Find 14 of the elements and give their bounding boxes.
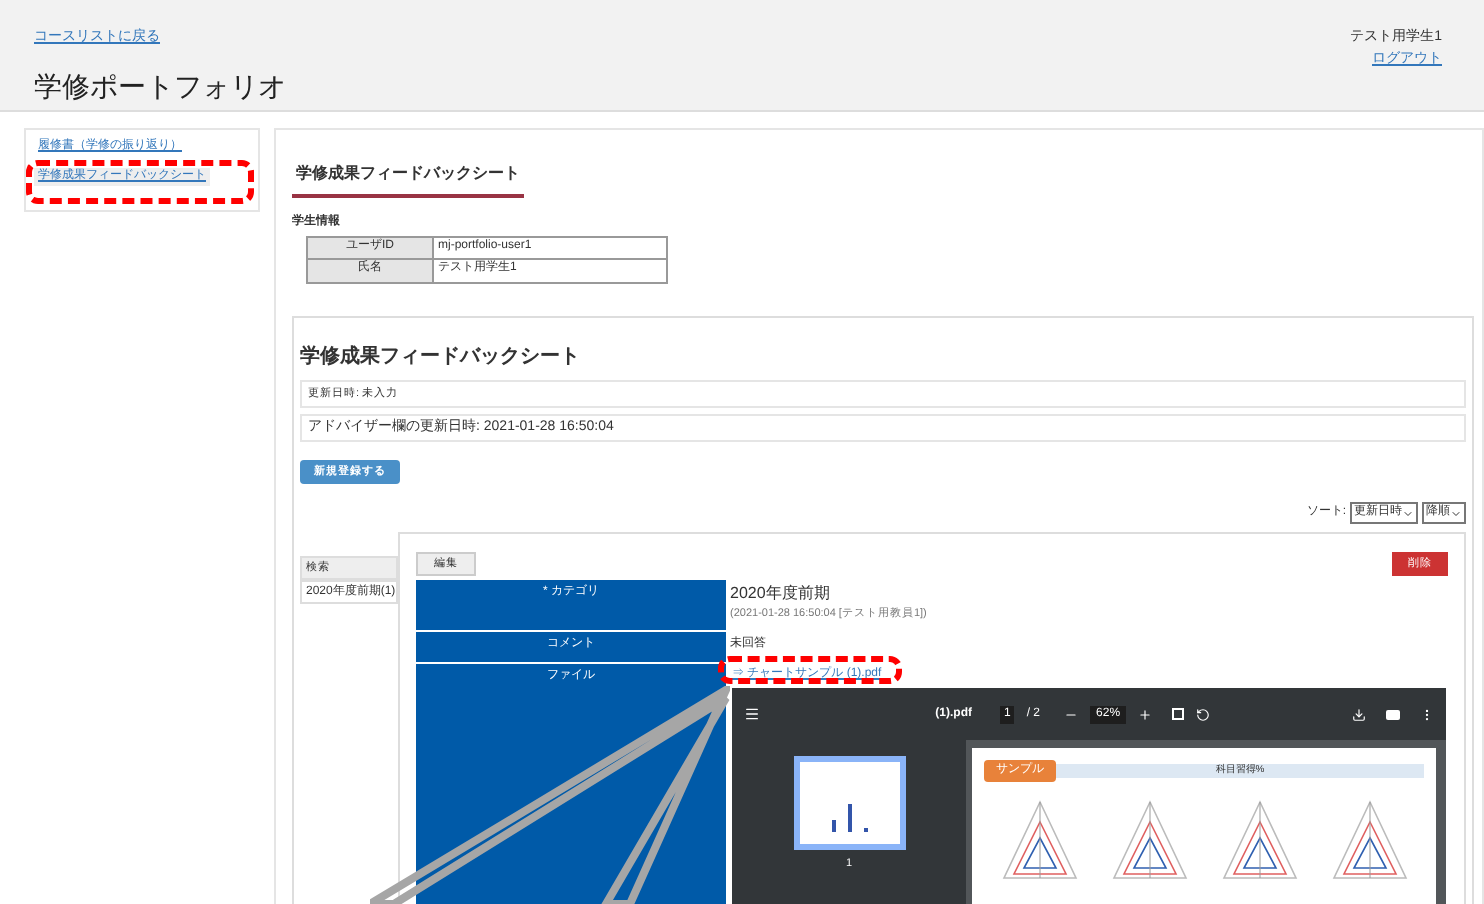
page-thumbnail[interactable] — [793, 756, 905, 850]
print-icon[interactable] — [1386, 709, 1400, 719]
download-icon[interactable] — [1352, 707, 1366, 721]
category-value: 2020年度前期 — [730, 582, 832, 606]
menu-icon[interactable] — [744, 706, 760, 722]
chevron-down-icon — [1402, 507, 1414, 519]
page-tab[interactable]: 学修成果フィードバックシート — [292, 162, 524, 198]
rotate-icon[interactable] — [1196, 707, 1211, 721]
zoom-in-icon[interactable] — [1138, 707, 1153, 721]
app-title: 学修ポートフォリオ — [34, 67, 286, 105]
fit-page-icon[interactable] — [1172, 708, 1185, 720]
chevron-down-icon — [1450, 507, 1462, 519]
sheet-title: 学修成果フィードバックシート — [300, 343, 582, 372]
more-icon[interactable] — [1420, 707, 1434, 721]
